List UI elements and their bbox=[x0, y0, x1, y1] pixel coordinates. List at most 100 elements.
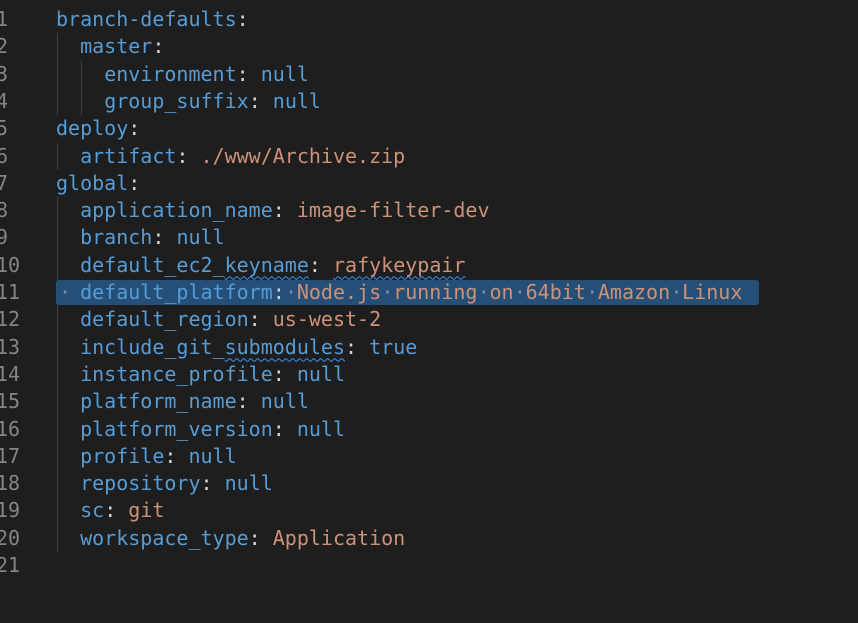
line-number: 17 bbox=[0, 443, 21, 468]
whitespace-dot: · bbox=[477, 280, 490, 304]
line-content: deploy: bbox=[56, 115, 140, 142]
line-content: default_region: us-west-2 bbox=[80, 306, 381, 333]
line-number: 19 bbox=[0, 498, 21, 523]
code-line[interactable]: 19 sc: git bbox=[0, 497, 858, 524]
yaml-value: true bbox=[369, 334, 418, 359]
line-number: 13 bbox=[0, 334, 21, 359]
code-line[interactable]: 15 platform_name: null bbox=[0, 388, 858, 415]
code-line[interactable]: 13 include_git_submodules: true bbox=[0, 334, 858, 361]
spellcheck-squiggle: submodules bbox=[224, 334, 346, 359]
code-editor[interactable]: 1 branch-defaults: 2 master: 3 environment: n… bbox=[0, 0, 858, 623]
yaml-value: null bbox=[176, 225, 225, 250]
line-number: 12 bbox=[0, 307, 21, 332]
yaml-key: default_region bbox=[80, 307, 249, 332]
yaml-colon: : bbox=[272, 280, 285, 304]
line-number: 7 bbox=[0, 170, 9, 195]
yaml-key: master bbox=[80, 34, 153, 59]
yaml-colon: : bbox=[152, 225, 165, 250]
line-content: workspace_type: Application bbox=[80, 525, 405, 552]
line-content: global: bbox=[56, 170, 140, 197]
line-number: 11 bbox=[0, 280, 21, 304]
yaml-value: null bbox=[296, 361, 346, 386]
yaml-colon: : bbox=[164, 443, 177, 468]
code-line[interactable]: 3 environment: null bbox=[0, 61, 858, 88]
line-number: 8 bbox=[0, 198, 9, 223]
code-line[interactable]: 4 group_suffix: null bbox=[0, 88, 858, 115]
line-number: 2 bbox=[0, 34, 9, 59]
yaml-value: null bbox=[272, 88, 321, 113]
yaml-value: null bbox=[260, 389, 309, 414]
yaml-colon: : bbox=[248, 525, 261, 550]
whitespace-dot: · bbox=[513, 280, 526, 304]
yaml-value: null bbox=[224, 471, 273, 496]
yaml-colon: : bbox=[272, 416, 285, 441]
line-content: default_ec2_keyname: rafykeypair bbox=[80, 252, 465, 279]
line-content: master: bbox=[80, 33, 164, 60]
yaml-value: image-filter-dev bbox=[296, 198, 490, 223]
code-line[interactable]: 14 instance_profile: null bbox=[0, 361, 858, 388]
code-line[interactable]: 7 global: bbox=[0, 170, 858, 197]
line-content: sc: git bbox=[80, 497, 164, 524]
line-content: branch-defaults: bbox=[56, 6, 249, 33]
yaml-key: workspace_type bbox=[80, 525, 249, 550]
yaml-key: repository bbox=[80, 471, 201, 496]
code-line[interactable]: 16 platform_version: null bbox=[0, 416, 858, 443]
line-content: branch: null bbox=[80, 224, 225, 251]
line-content: environment: null bbox=[104, 61, 309, 88]
yaml-value: null bbox=[260, 61, 309, 86]
whitespace-dot: · bbox=[586, 280, 599, 304]
yaml-value: null bbox=[296, 416, 346, 441]
code-line[interactable]: 20 workspace_type: Application bbox=[0, 525, 858, 552]
code-line[interactable]: 1 branch-defaults: bbox=[0, 6, 858, 33]
yaml-key: platform_version bbox=[80, 416, 273, 441]
yaml-key: include_git_submodules bbox=[80, 334, 346, 359]
line-content: group_suffix: null bbox=[104, 88, 321, 115]
line-number: 20 bbox=[0, 525, 21, 550]
code-line[interactable]: 9 branch: null bbox=[0, 224, 858, 251]
yaml-key: environment bbox=[104, 61, 237, 86]
whitespace-dot: · bbox=[59, 280, 72, 304]
yaml-key: default_platform bbox=[80, 280, 273, 304]
line-number: 1 bbox=[0, 7, 9, 31]
line-content: application_name: image-filter-dev bbox=[80, 197, 489, 224]
yaml-key: application_name bbox=[80, 198, 273, 223]
yaml-colon: : bbox=[200, 471, 213, 496]
code-line[interactable]: 2 master: bbox=[0, 33, 858, 60]
yaml-colon: : bbox=[176, 143, 189, 168]
yaml-value: Application bbox=[272, 525, 406, 550]
yaml-value: git bbox=[128, 498, 165, 523]
yaml-value: null bbox=[188, 443, 237, 468]
line-content: repository: null bbox=[80, 470, 273, 497]
code-line[interactable]: 18 repository: null bbox=[0, 470, 858, 497]
line-content: profile: null bbox=[80, 443, 237, 470]
line-number: 16 bbox=[0, 416, 21, 441]
code-line[interactable]: 8 application_name: image-filter-dev bbox=[0, 197, 858, 224]
line-content: artifact: ./www/Archive.zip bbox=[80, 143, 405, 170]
yaml-key: profile bbox=[80, 443, 165, 468]
code-line[interactable]: 17 profile: null bbox=[0, 443, 858, 470]
code-line[interactable]: 21 bbox=[0, 552, 858, 579]
line-number: 5 bbox=[0, 116, 9, 141]
code-line[interactable]: 6 artifact: ./www/Archive.zip bbox=[0, 143, 858, 170]
yaml-colon: : bbox=[345, 334, 358, 359]
code-line[interactable]: 10 default_ec2_keyname: rafykeypair bbox=[0, 252, 858, 279]
line-number: 21 bbox=[0, 553, 21, 577]
yaml-colon: : bbox=[236, 7, 249, 31]
line-number: 3 bbox=[0, 61, 9, 86]
yaml-key: instance_profile bbox=[80, 361, 273, 386]
line-number: 6 bbox=[0, 143, 9, 168]
yaml-key: group_suffix bbox=[104, 88, 249, 113]
code-line[interactable]: 11 default_platform: Node.js running on 6… bbox=[0, 279, 858, 306]
yaml-colon: : bbox=[128, 116, 141, 141]
whitespace-dot: · bbox=[284, 280, 297, 304]
whitespace-dot: · bbox=[670, 280, 683, 304]
yaml-key: branch bbox=[80, 225, 153, 250]
yaml-colon: : bbox=[236, 389, 249, 414]
yaml-colon: : bbox=[248, 88, 261, 113]
yaml-colon: : bbox=[272, 198, 285, 223]
code-line[interactable]: 12 default_region: us-west-2 bbox=[0, 306, 858, 333]
yaml-colon: : bbox=[236, 61, 249, 86]
code-line[interactable]: 5 deploy: bbox=[0, 115, 858, 142]
line-number: 14 bbox=[0, 361, 21, 386]
yaml-colon: : bbox=[104, 498, 117, 523]
